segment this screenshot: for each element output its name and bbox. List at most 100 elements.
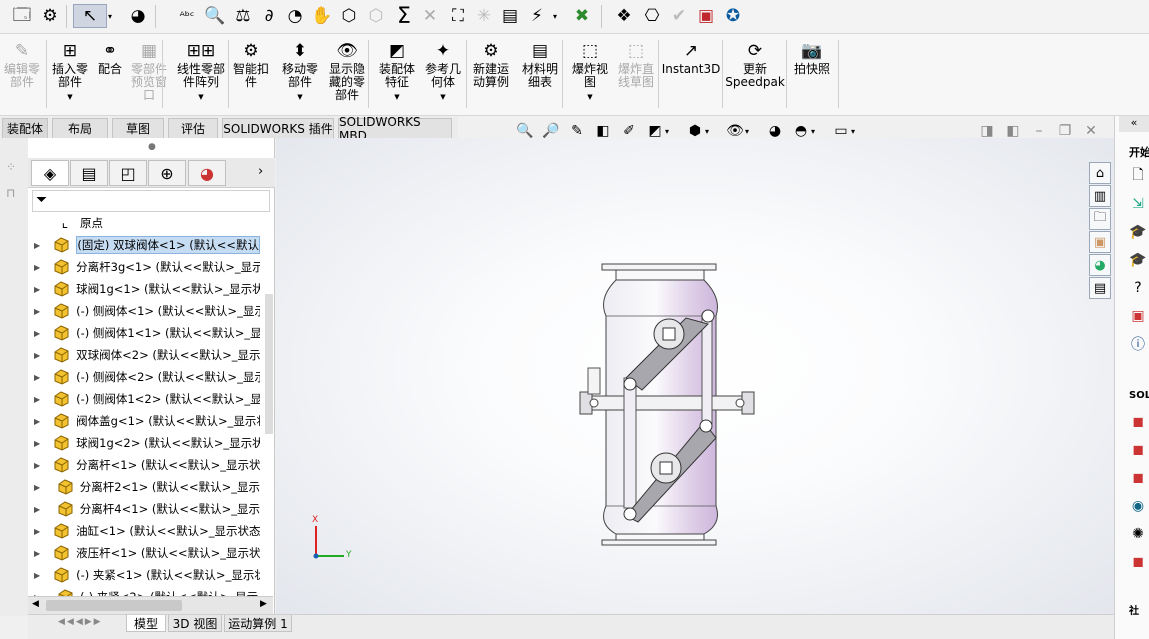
mateXpert-icon[interactable]: ⚡: [525, 4, 549, 28]
measure-icon[interactable]: 🔍: [203, 4, 227, 28]
solidworks-resource-6-icon[interactable]: ◼: [1128, 552, 1148, 572]
command-tab-2[interactable]: 草图: [112, 118, 164, 138]
view-orientation-dropdown-icon[interactable]: ▾: [662, 122, 672, 140]
configuration-manager-tab-icon[interactable]: ◰: [109, 160, 147, 186]
filter-funnel-icon[interactable]: ⏷: [36, 192, 47, 208]
dropdown-arrow-icon[interactable]: ▼: [440, 91, 445, 104]
tree-item[interactable]: ▶(-) 夹紧<2> (默认<<默认>_显示: [28, 586, 260, 596]
training-icon[interactable]: 🎓: [1128, 250, 1148, 270]
tree-item[interactable]: ▶ 分离杆4<1> (默认<<默认>_显示: [28, 498, 260, 520]
ribbon-button-5[interactable]: ⚙ 智能扣 件: [232, 40, 270, 89]
check-part-icon[interactable]: ⬡: [337, 4, 361, 28]
previous-view-icon[interactable]: ✎: [568, 122, 586, 140]
viewport-restore-left-icon[interactable]: ◨: [978, 122, 996, 140]
command-tab-1[interactable]: 布局: [52, 118, 108, 138]
dynamic-annotation-icon[interactable]: ✐: [620, 122, 638, 140]
section-view-icon[interactable]: ◧: [594, 122, 612, 140]
zoom-to-fit-icon[interactable]: 🔍: [516, 122, 534, 140]
assembly-model[interactable]: [276, 138, 1114, 614]
custom-properties-icon[interactable]: ▤: [1089, 277, 1111, 299]
solidworks-resource-3-icon[interactable]: ◼: [1128, 468, 1148, 488]
ribbon-button-2[interactable]: ⚭ 配合: [96, 40, 124, 76]
expand-arrow-icon[interactable]: ▶: [34, 483, 44, 492]
tree-item[interactable]: ▶ 球阀1g<2> (默认<<默认>_显示状: [28, 432, 260, 454]
ribbon-button-0[interactable]: ✎ 编辑零 部件: [4, 40, 40, 89]
ribbon-button-6[interactable]: ⬍ 移动零 部件 ▼: [280, 40, 320, 104]
tree-item[interactable]: ▶ 分离杆<1> (默认<<默认>_显示状: [28, 454, 260, 476]
info-icon[interactable]: ⓘ: [1128, 334, 1148, 354]
expand-arrow-icon[interactable]: ▶: [34, 241, 40, 250]
performance-evaluation-icon[interactable]: ▤: [498, 4, 522, 28]
appearances-scenes-icon[interactable]: ◕: [1089, 254, 1111, 276]
ribbon-button-1[interactable]: ⊞ 插入零 部件 ▼: [52, 40, 88, 104]
dropdown-arrow-icon[interactable]: ▼: [67, 91, 72, 104]
bottom-tab-2[interactable]: 运动算例 1: [224, 615, 292, 632]
help-question-icon[interactable]: ?: [1128, 278, 1148, 298]
ribbon-button-14[interactable]: ↗ Instant3D: [662, 40, 721, 76]
dropdown-arrow-icon[interactable]: ▼: [297, 91, 302, 104]
view-palette-icon[interactable]: ▣: [1089, 231, 1111, 253]
tree-item[interactable]: ▶ (-) 侧阀体<2> (默认<<默认>_显示: [28, 366, 260, 388]
expand-arrow-icon[interactable]: ▶: [34, 439, 40, 448]
appearance-icon[interactable]: ◕: [126, 4, 150, 28]
ribbon-button-8[interactable]: ◩ 装配体 特征 ▼: [376, 40, 418, 104]
minimize-icon[interactable]: –: [1030, 122, 1048, 140]
command-tab-0[interactable]: 装配体: [2, 118, 48, 138]
view-settings-dropdown-icon[interactable]: ▾: [848, 122, 858, 140]
maximize-icon[interactable]: ❐: [1056, 122, 1074, 140]
design-library-icon[interactable]: ▥: [1089, 185, 1111, 207]
tree-item[interactable]: ▶ 液压杆<1> (默认<<默认>_显示状: [28, 542, 260, 564]
mass-properties-icon[interactable]: ⚖: [231, 4, 255, 28]
expand-arrow-icon[interactable]: ▶: [34, 285, 40, 294]
open-document-icon[interactable]: ⇲: [1128, 194, 1148, 214]
property-manager-tab-icon[interactable]: ▤: [70, 160, 108, 186]
tree-item[interactable]: ▶ (-) 侧阀体1<2> (默认<<默认>_显: [28, 388, 260, 410]
whats-new-icon[interactable]: ▣: [1128, 306, 1148, 326]
tree-filter-box[interactable]: ⏷: [32, 190, 270, 212]
solidworks-resource-2-icon[interactable]: ◼: [1128, 440, 1148, 460]
file-explorer-icon[interactable]: 🗀: [1089, 208, 1111, 230]
scroll-left-icon[interactable]: ◀: [32, 599, 39, 609]
tree-item[interactable]: ▶ 分离杆3g<1> (默认<<默认>_显示: [28, 256, 260, 278]
solidworks-resource-4-icon[interactable]: ◉: [1128, 496, 1148, 516]
tree-item[interactable]: ▶ 双球阀体<2> (默认<<默认>_显示: [28, 344, 260, 366]
solidworks-resource-1-icon[interactable]: ◼: [1128, 412, 1148, 432]
ribbon-button-15[interactable]: ⟳ 更新 Speedpak: [725, 40, 785, 89]
apply-scene-dropdown-icon[interactable]: ▾: [808, 122, 818, 140]
dimxpert-tab-icon[interactable]: ⊕: [148, 160, 186, 186]
spelling-icon[interactable]: ᴬᵇᶜ: [175, 4, 199, 28]
section-properties-icon[interactable]: ∂: [257, 4, 281, 28]
command-tab-5[interactable]: SOLIDWORKS MBD: [338, 115, 452, 143]
zoom-to-area-icon[interactable]: 🔎: [542, 122, 560, 140]
pdf-export-icon[interactable]: ▣: [694, 4, 718, 28]
tree-horizontal-scrollbar[interactable]: ◀ ▶: [28, 596, 273, 614]
ribbon-button-12[interactable]: ⬚ 爆炸视 图 ▼: [568, 40, 612, 104]
ribbon-button-13[interactable]: ⬚ 爆炸直 线草图: [614, 40, 658, 89]
ribbon-button-10[interactable]: ⚙ 新建运 动算例: [470, 40, 512, 89]
panel-grip-icon[interactable]: ●: [148, 142, 156, 152]
exit-x-icon[interactable]: ✖: [570, 4, 594, 28]
bottom-tab-1[interactable]: 3D 视图: [168, 615, 222, 632]
sensor-icon[interactable]: ◔: [283, 4, 307, 28]
command-tab-3[interactable]: 评估: [168, 118, 218, 138]
dropdown-arrow-icon[interactable]: ▼: [587, 91, 592, 104]
solidworks-resource-5-icon[interactable]: ✺: [1128, 524, 1148, 544]
tab-nav-arrows-icon[interactable]: ◀◀◀▶▶: [58, 617, 103, 627]
new-document-icon[interactable]: 🗋: [1128, 166, 1148, 186]
taskpane-collapse-icon[interactable]: «: [1119, 116, 1149, 132]
expand-arrow-icon[interactable]: ▶: [34, 373, 40, 382]
tree-item[interactable]: ▶ 油缸<1> (默认<<默认>_显示状态: [28, 520, 260, 542]
ribbon-button-7[interactable]: 👁 显示隐 藏的零 部件: [327, 40, 367, 102]
tree-item[interactable]: ▶ 阀体盖g<1> (默认<<默认>_显示状: [28, 410, 260, 432]
tree-item[interactable]: ▶ (-) 侧阀体<1> (默认<<默认>_显示: [28, 300, 260, 322]
panel-expand-chevron-icon[interactable]: ›: [258, 164, 263, 179]
expand-arrow-icon[interactable]: ▶: [34, 351, 40, 360]
select-dropdown-icon[interactable]: ▾: [104, 4, 116, 28]
tree-item[interactable]: ▶ 分离杆2<1> (默认<<默认>_显示: [28, 476, 260, 498]
tree-item[interactable]: ▶ (-) 夹紧<1> (默认<<默认>_显示状: [28, 564, 260, 586]
assembly-visualization-icon[interactable]: ❖: [612, 4, 636, 28]
command-tab-4[interactable]: SOLIDWORKS 插件: [222, 118, 334, 138]
rebuild-settings-icon[interactable]: ⚙: [38, 4, 62, 28]
tree-vertical-scrollbar[interactable]: [265, 294, 273, 434]
expand-arrow-icon[interactable]: ▶: [34, 549, 40, 558]
